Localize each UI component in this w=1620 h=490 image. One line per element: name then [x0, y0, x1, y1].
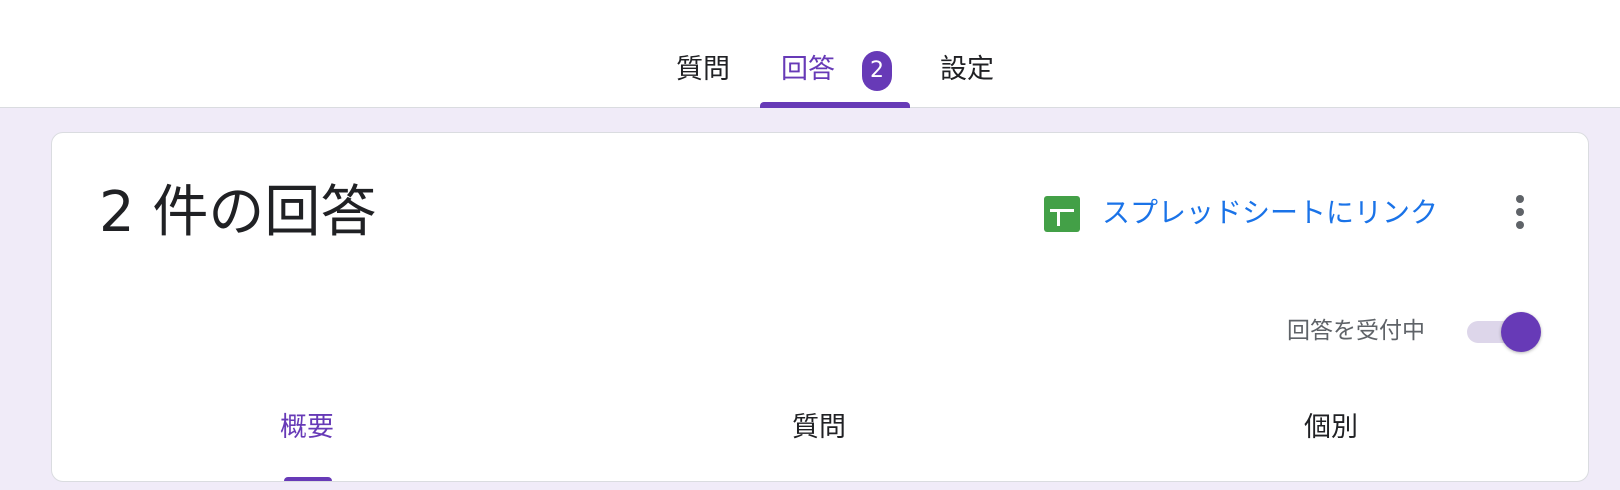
- responses-count-title: 2 件の回答: [99, 180, 377, 245]
- tab-questions[interactable]: 質問: [676, 50, 730, 90]
- responses-card: 2 件の回答 スプレッドシートにリンク 回答を受付中 概要 質問 個別: [51, 132, 1589, 482]
- google-sheets-icon[interactable]: [1044, 196, 1080, 232]
- subtab-summary[interactable]: 概要: [247, 408, 367, 448]
- active-subtab-indicator: [284, 477, 332, 481]
- subtab-question[interactable]: 質問: [759, 408, 879, 448]
- subtab-individual[interactable]: 個別: [1271, 408, 1391, 448]
- top-tab-bar: 質問 回答 2 設定: [0, 0, 1620, 108]
- tab-responses[interactable]: 回答: [781, 50, 835, 90]
- more-vert-icon[interactable]: [1510, 193, 1530, 237]
- link-to-sheets-link[interactable]: スプレッドシートにリンク: [1102, 191, 1438, 235]
- response-count-badge: 2: [862, 51, 892, 91]
- active-tab-indicator: [760, 102, 910, 108]
- tab-settings[interactable]: 設定: [940, 50, 994, 90]
- accepting-responses-toggle[interactable]: [1465, 309, 1541, 353]
- accepting-responses-label: 回答を受付中: [1287, 318, 1425, 344]
- toggle-thumb: [1501, 312, 1541, 352]
